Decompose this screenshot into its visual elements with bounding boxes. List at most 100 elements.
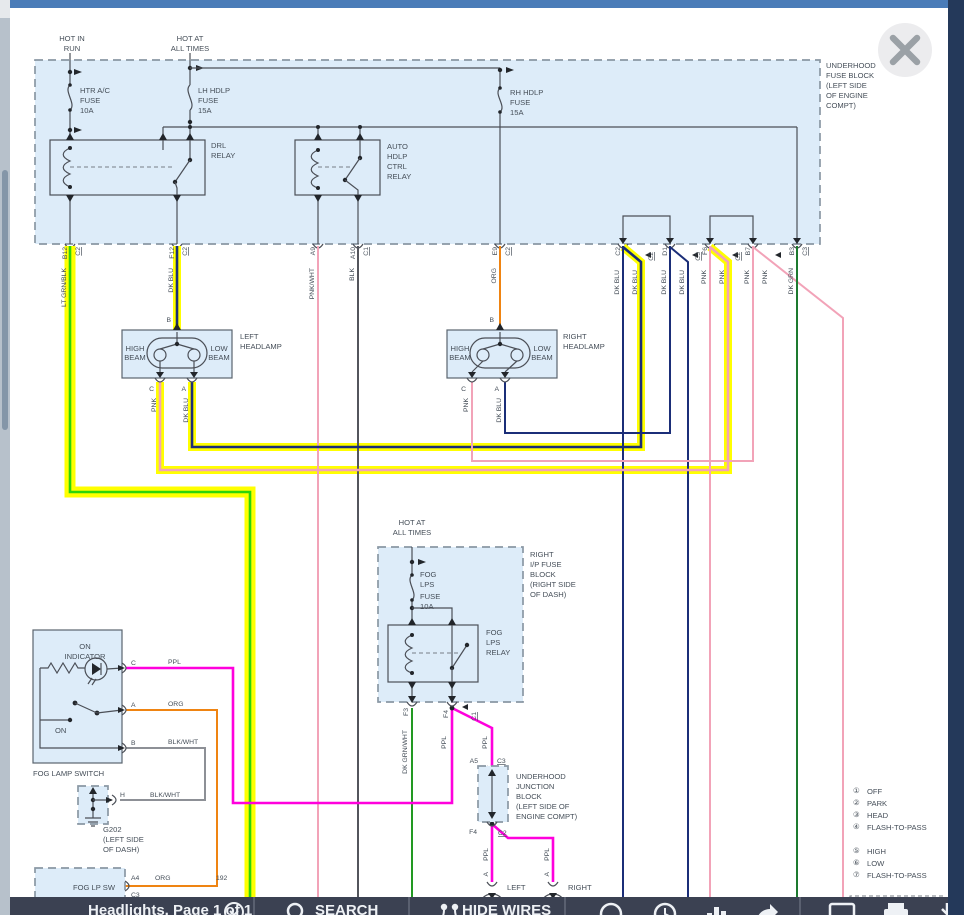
wire-d1-dk-blu-down (669, 246, 689, 915)
svg-text:LT GRN/BLK: LT GRN/BLK (61, 268, 68, 307)
svg-text:RELAY: RELAY (387, 172, 411, 181)
close-button[interactable] (878, 23, 932, 77)
svg-text:②: ② (853, 798, 860, 807)
hot-at-all-times-fog: HOT AT (399, 518, 426, 527)
svg-text:HEAD: HEAD (867, 811, 889, 820)
svg-text:F6: F6 (702, 247, 709, 255)
toolbar-divider (408, 897, 410, 915)
toolbar-divider (564, 897, 566, 915)
svg-text:RIGHT: RIGHT (568, 883, 592, 892)
hot-in-run: HOT IN (59, 34, 85, 43)
svg-text:BLK/WHT: BLK/WHT (150, 792, 180, 799)
search-button[interactable]: SEARCH (315, 902, 378, 915)
svg-text:15A: 15A (510, 108, 524, 117)
zoom-icon[interactable] (598, 901, 624, 915)
download-icon[interactable] (934, 901, 948, 915)
svg-text:BEAM: BEAM (124, 353, 146, 362)
svg-text:ALL TIMES: ALL TIMES (171, 44, 209, 53)
svg-text:OF DASH): OF DASH) (103, 845, 140, 854)
svg-text:F12: F12 (169, 247, 176, 259)
right-ip-fuse-block: RIGHT I/P FUSE BLOCK (RIGHT SIDE OF DASH… (377, 546, 576, 774)
ground-g202: H BLK/WHT G202 (LEFT SIDE OF DASH) (77, 785, 180, 854)
search-icon[interactable] (285, 901, 309, 915)
svg-text:LEFT: LEFT (240, 332, 259, 341)
svg-text:(LEFT SIDE OF: (LEFT SIDE OF (516, 802, 570, 811)
scrollbar-thumb[interactable] (2, 170, 8, 430)
svg-text:ON: ON (79, 642, 90, 651)
bottom-toolbar: Headlights, Page 1 of 1 SEARCH HIDE WIRE… (10, 897, 948, 915)
svg-text:JUNCTION: JUNCTION (516, 782, 554, 791)
toolbar-divider (799, 897, 801, 915)
svg-text:FOG LP SW: FOG LP SW (73, 883, 116, 892)
svg-text:PNK: PNK (151, 398, 158, 412)
svg-text:RIGHT: RIGHT (563, 332, 587, 341)
svg-text:BLK/WHT: BLK/WHT (168, 739, 198, 746)
svg-text:LOW: LOW (867, 859, 885, 868)
svg-text:A: A (181, 386, 186, 393)
svg-text:UNDERHOOD: UNDERHOOD (826, 61, 876, 70)
print-icon[interactable] (882, 901, 910, 915)
svg-text:C: C (461, 386, 466, 393)
svg-text:C2: C2 (505, 247, 512, 256)
svg-text:LOW: LOW (210, 344, 228, 353)
svg-text:ALL TIMES: ALL TIMES (393, 528, 431, 537)
svg-text:BLOCK: BLOCK (530, 570, 556, 579)
svg-text:B: B (131, 740, 136, 747)
svg-text:FOG: FOG (420, 570, 437, 579)
svg-text:BEAM: BEAM (449, 353, 471, 362)
svg-text:C2: C2 (498, 830, 507, 837)
svg-text:A9: A9 (310, 247, 317, 256)
hide-wires-button[interactable]: HIDE WIRES (462, 902, 551, 915)
svg-text:PNK: PNK (701, 270, 708, 284)
svg-text:PNK/WHT: PNK/WHT (309, 268, 316, 299)
svg-text:C3: C3 (695, 252, 702, 261)
monitor-icon[interactable] (828, 901, 856, 915)
svg-text:HEADLAMP: HEADLAMP (563, 342, 605, 351)
svg-text:B7: B7 (745, 247, 752, 256)
left-headlamp: B HIGH BEAM LOW BEAM LEFT HEADLAMP C A P… (121, 317, 282, 423)
svg-text:DK BLU: DK BLU (496, 398, 503, 423)
svg-text:B3: B3 (789, 247, 796, 256)
svg-text:FUSE: FUSE (510, 98, 530, 107)
toolbar-divider (253, 897, 255, 915)
svg-text:HTR A/C: HTR A/C (80, 86, 110, 95)
svg-text:PPL: PPL (168, 659, 181, 666)
svg-text:③: ③ (853, 810, 860, 819)
svg-text:④: ④ (853, 822, 860, 831)
svg-text:15A: 15A (198, 106, 212, 115)
svg-text:⑦: ⑦ (853, 870, 860, 879)
stats-icon[interactable] (704, 901, 730, 915)
svg-text:FUSE: FUSE (198, 96, 218, 105)
svg-text:ON: ON (55, 726, 66, 735)
svg-text:H: H (120, 792, 125, 799)
fog-lamp-switch: ON INDICATOR ON C A B PPL ORG BLK/WHT FO… (32, 629, 198, 778)
svg-text:FUSE: FUSE (80, 96, 100, 105)
svg-text:A: A (483, 872, 490, 877)
svg-text:DK BLU: DK BLU (661, 270, 668, 295)
svg-text:FUSE: FUSE (420, 592, 440, 601)
svg-text:BLOCK: BLOCK (516, 792, 542, 801)
svg-text:INDICATOR: INDICATOR (64, 652, 106, 661)
share-icon[interactable] (752, 901, 780, 915)
wires-icon[interactable] (437, 901, 463, 915)
svg-text:RELAY: RELAY (211, 151, 235, 160)
svg-text:RUN: RUN (64, 44, 80, 53)
history-icon[interactable] (652, 901, 678, 915)
underhood-fuse-block (34, 59, 821, 245)
svg-text:B: B (489, 317, 494, 324)
svg-text:PPL: PPL (483, 848, 490, 861)
svg-text:PPL: PPL (441, 736, 448, 749)
svg-text:LH HDLP: LH HDLP (198, 86, 230, 95)
left-panel-corner (0, 0, 10, 18)
svg-text:OF DASH): OF DASH) (530, 590, 567, 599)
svg-text:HDLP: HDLP (387, 152, 407, 161)
svg-text:G202: G202 (103, 825, 122, 834)
svg-text:HIGH: HIGH (126, 344, 145, 353)
svg-text:E9: E9 (492, 247, 499, 256)
underhood-fuse-block-title: UNDERHOOD FUSE BLOCK (LEFT SIDE OF ENGIN… (826, 61, 876, 110)
svg-text:LEFT: LEFT (507, 883, 526, 892)
svg-text:DK BLU: DK BLU (614, 270, 621, 295)
svg-text:DK GRN: DK GRN (788, 268, 795, 295)
page-info-icon[interactable] (223, 901, 245, 915)
svg-text:C2: C2 (735, 252, 742, 261)
